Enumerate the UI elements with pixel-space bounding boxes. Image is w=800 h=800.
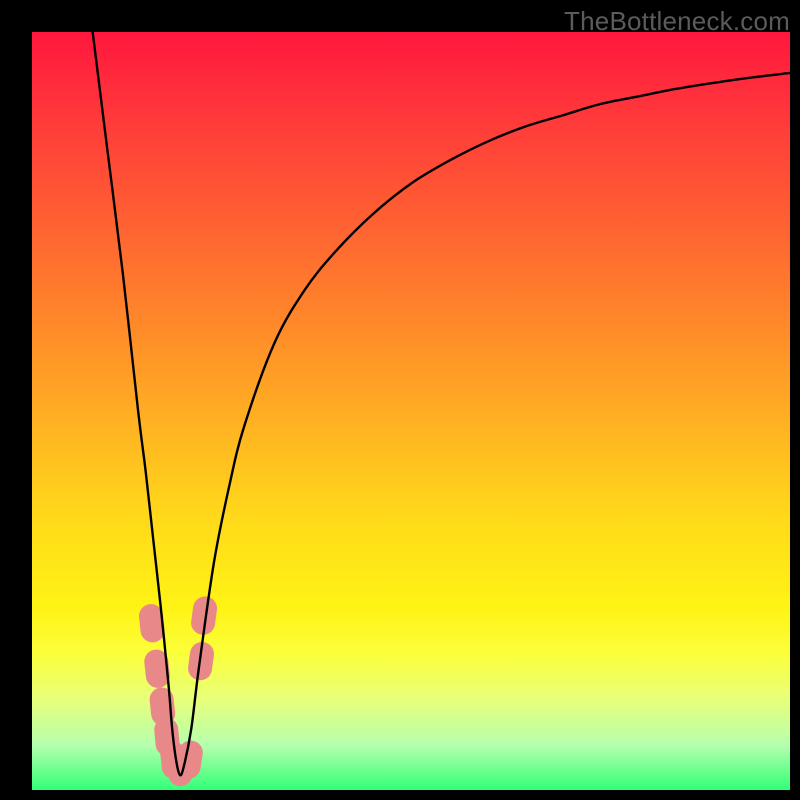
markers-layer (138, 595, 219, 789)
chart-svg (32, 32, 790, 790)
chart-frame: TheBottleneck.com (0, 0, 800, 800)
plot-area (32, 32, 790, 790)
